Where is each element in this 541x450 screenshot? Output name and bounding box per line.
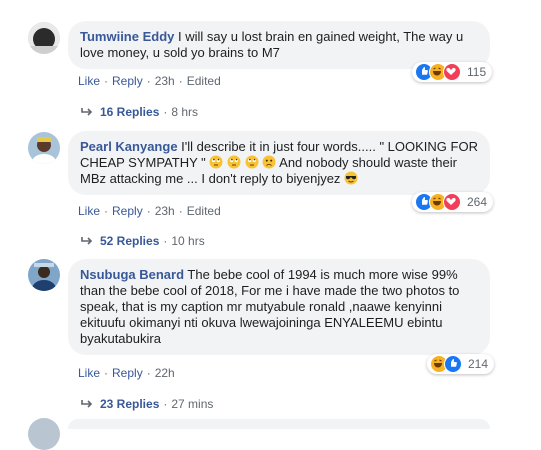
reply-button[interactable]: Reply [112, 366, 143, 380]
separator: · [104, 74, 109, 88]
comment-bubble: Pearl Kanyange I'll describe it in just … [68, 131, 490, 195]
reaction-count: 115 [467, 65, 487, 79]
reply-arrow-icon [81, 108, 93, 116]
reply-button[interactable]: Reply [112, 204, 143, 218]
avatar[interactable] [28, 259, 60, 291]
separator: · [163, 397, 168, 411]
reaction-summary[interactable]: 115 [412, 62, 493, 82]
reply-button[interactable]: Reply [112, 74, 143, 88]
separator: · [146, 204, 151, 218]
reaction-summary[interactable]: 214 [427, 354, 495, 374]
commenter-name[interactable]: Nsubuga Benard [80, 267, 184, 282]
reply-arrow-icon [81, 237, 93, 245]
commenter-name[interactable]: Pearl Kanyange [80, 139, 178, 154]
replies-count[interactable]: 16 Replies [100, 105, 159, 119]
replies-time: 8 hrs [171, 105, 199, 119]
avatar[interactable] [28, 418, 60, 450]
comment-actions: Like · Reply · 23h · Edited [78, 204, 221, 218]
avatar[interactable] [28, 132, 60, 164]
replies-count[interactable]: 23 Replies [100, 397, 159, 411]
like-icon [444, 355, 462, 373]
sunglasses-face-icon [344, 171, 358, 185]
edited-label[interactable]: Edited [187, 204, 221, 218]
face-with-rolling-eyes-icon [209, 155, 223, 169]
commenter-name[interactable]: Tumwiine Eddy [80, 29, 174, 44]
love-icon [443, 193, 461, 211]
separator: · [146, 74, 151, 88]
like-button[interactable]: Like [78, 74, 100, 88]
view-replies-link[interactable]: 16 Replies · 8 hrs [80, 105, 198, 119]
timestamp[interactable]: 23h [155, 204, 175, 218]
frowning-face-icon [262, 155, 276, 169]
separator: · [146, 366, 151, 380]
like-button[interactable]: Like [78, 204, 100, 218]
timestamp[interactable]: 23h [155, 74, 175, 88]
separator: · [178, 204, 183, 218]
like-button[interactable]: Like [78, 366, 100, 380]
face-with-rolling-eyes-icon [245, 155, 259, 169]
timestamp[interactable]: 22h [155, 366, 175, 380]
separator: · [104, 204, 109, 218]
replies-time: 27 mins [171, 397, 214, 411]
next-comment-bubble [68, 419, 490, 429]
reaction-summary[interactable]: 264 [412, 192, 494, 212]
view-replies-link[interactable]: 52 Replies · 10 hrs [80, 234, 205, 248]
edited-label[interactable]: Edited [187, 74, 221, 88]
replies-time: 10 hrs [171, 234, 205, 248]
reaction-count: 264 [467, 195, 488, 209]
face-with-rolling-eyes-icon [227, 155, 241, 169]
comment-actions: Like · Reply · 23h · Edited [78, 74, 221, 88]
reaction-count: 214 [468, 357, 489, 371]
replies-count[interactable]: 52 Replies [100, 234, 159, 248]
avatar[interactable] [28, 22, 60, 54]
love-icon [443, 63, 461, 81]
separator: · [178, 74, 183, 88]
view-replies-link[interactable]: 23 Replies · 27 mins [80, 397, 213, 411]
separator: · [104, 366, 109, 380]
separator: · [163, 234, 168, 248]
reply-arrow-icon [81, 400, 93, 408]
comment-bubble: Nsubuga Benard The bebe cool of 1994 is … [68, 259, 490, 355]
separator: · [163, 105, 168, 119]
comment-actions: Like · Reply · 22h [78, 366, 175, 380]
